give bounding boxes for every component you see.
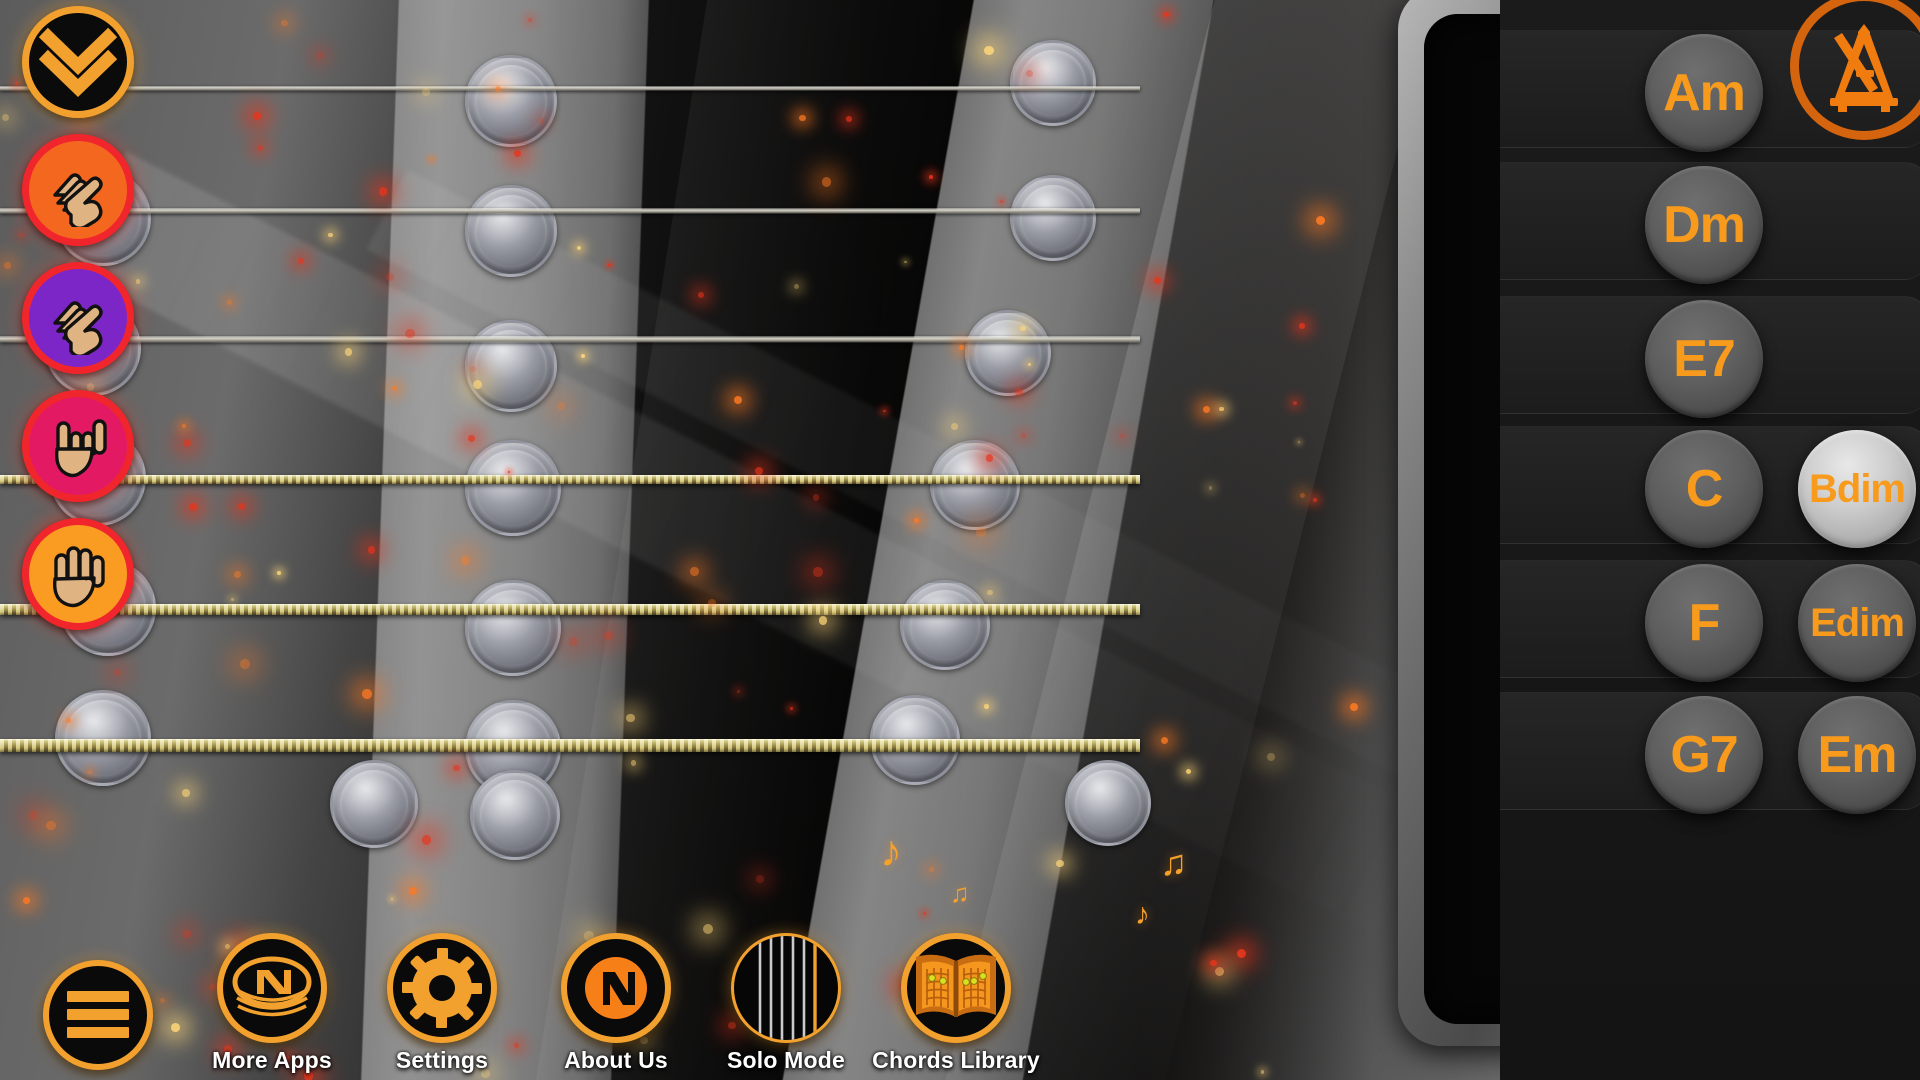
chord-button-c[interactable]: C <box>1645 430 1763 548</box>
gear-icon <box>402 948 482 1028</box>
toolbar-button-circle <box>43 960 153 1070</box>
chord-button-bdim[interactable]: Bdim <box>1798 430 1916 548</box>
chord-button-g7[interactable]: G7 <box>1645 696 1763 814</box>
chords-library-icon <box>908 947 1004 1029</box>
hand-wave-icon <box>41 281 115 355</box>
toolbar-button-circle <box>387 933 497 1043</box>
double-chevron-down-icon <box>39 26 117 98</box>
toolbar-solo-mode-button[interactable]: Solo Mode <box>696 933 876 1074</box>
hamburger-menu-icon <box>65 989 131 1041</box>
bridge-pin <box>330 760 418 848</box>
bridge-pin <box>1065 760 1151 846</box>
chord-panel: Am Dm E7 C Bdim F Edim G7 Em <box>1380 0 1920 1080</box>
toolbar-more-apps-button[interactable]: More Apps <box>182 933 362 1074</box>
toolbar-item-label: More Apps <box>212 1047 332 1073</box>
bridge-pin <box>465 320 557 412</box>
bridge-pin <box>930 440 1020 530</box>
bridge-pin <box>870 695 960 785</box>
toolbar-item-label: Chords Library <box>872 1047 1040 1073</box>
bridge-pin <box>900 580 990 670</box>
about-us-icon <box>576 948 656 1028</box>
metronome-icon <box>1818 18 1910 114</box>
chord-button-e7[interactable]: E7 <box>1645 300 1763 418</box>
toolbar-item-label: About Us <box>564 1047 668 1073</box>
bottom-toolbar: More Apps Settings About Us Solo Mode Chor… <box>0 880 1380 1080</box>
hand-wave-icon <box>41 153 115 227</box>
chord-button-f[interactable]: F <box>1645 564 1763 682</box>
sidebar-strum-hand-3-button[interactable] <box>22 262 134 374</box>
toolbar-item-label: Solo Mode <box>726 1047 846 1073</box>
more-apps-icon <box>229 952 315 1024</box>
bridge-pin <box>965 310 1051 396</box>
chord-button-edim[interactable]: Edim <box>1798 564 1916 682</box>
sidebar-collapse-button[interactable] <box>22 6 134 118</box>
solo-mode-icon <box>734 936 838 1040</box>
app-root: ♪ ♫ ♪ ♫ More Apps Settings About Us Solo… <box>0 0 1920 1080</box>
toolbar-button-circle <box>561 933 671 1043</box>
chord-button-grid: Am Dm E7 C Bdim F Edim G7 Em <box>1500 0 1920 1080</box>
strum-hand-sidebar <box>12 0 134 780</box>
sidebar-strum-hand-2-button[interactable] <box>22 390 134 502</box>
sidebar-strum-hand-4-button[interactable] <box>22 134 134 246</box>
bridge-pin <box>1010 40 1096 126</box>
toolbar-about-us-button[interactable]: About Us <box>526 933 706 1074</box>
bridge-pin <box>465 580 561 676</box>
toolbar-chords-library-button[interactable]: Chords Library <box>866 933 1046 1074</box>
hand-open-icon <box>41 537 115 611</box>
chord-button-em[interactable]: Em <box>1798 696 1916 814</box>
toolbar-hamburger-menu-button[interactable] <box>8 960 188 1074</box>
toolbar-button-circle <box>731 933 841 1043</box>
bridge-pin <box>465 185 557 277</box>
hand-horns-icon <box>41 409 115 483</box>
chord-button-dm[interactable]: Dm <box>1645 166 1763 284</box>
bridge-pin <box>465 55 557 147</box>
bridge-pin <box>465 440 561 536</box>
toolbar-button-circle <box>217 933 327 1043</box>
chord-button-am[interactable]: Am <box>1645 34 1763 152</box>
bridge-pin <box>1010 175 1096 261</box>
bridge-pin <box>470 770 560 860</box>
toolbar-button-circle <box>901 933 1011 1043</box>
toolbar-gear-button[interactable]: Settings <box>352 933 532 1074</box>
toolbar-item-label: Settings <box>395 1047 489 1073</box>
sidebar-strum-hand-1-button[interactable] <box>22 518 134 630</box>
